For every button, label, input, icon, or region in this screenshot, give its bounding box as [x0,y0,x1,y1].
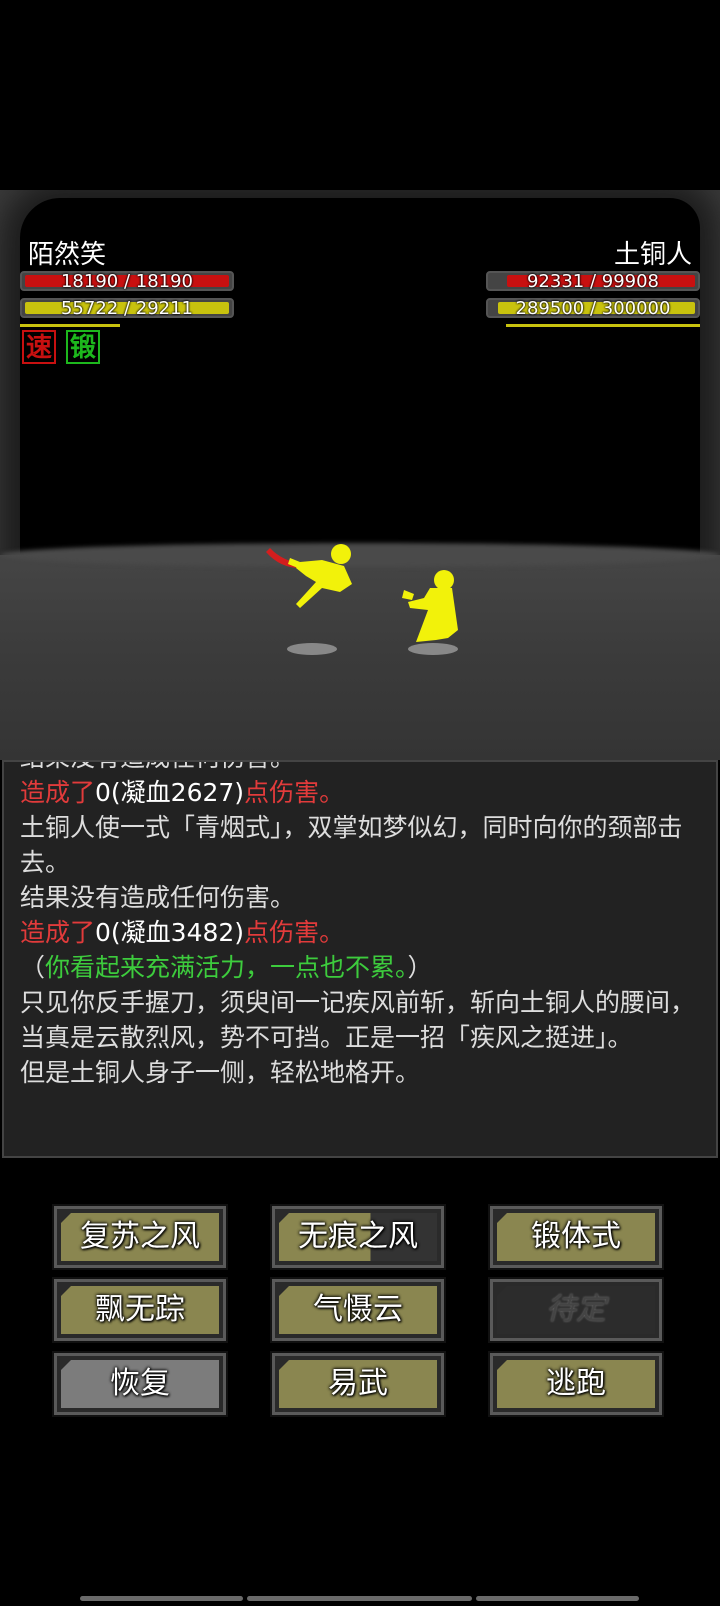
button-label: 易武 [328,1366,388,1401]
button-label: 无痕之风 [298,1219,418,1254]
enemy-hp-text: 92331 / 99908 [526,271,660,292]
enemy-hp-bar: 92331 / 99908 [486,271,700,292]
enemy-energy-line [506,324,700,327]
player-sprite [266,544,352,655]
recover-button[interactable]: 恢复 [52,1351,228,1417]
switch-weapon-button[interactable]: 易武 [270,1351,446,1417]
player-mp-text: 55722 / 29211 [60,298,194,319]
log-line: 结果没有造成任何伤害。 [20,880,700,915]
log-text: 点伤害。 [244,778,345,807]
enemy-sprite [402,570,458,655]
log-text: 但是土铜人身子一侧，轻松地格开。 [20,1058,421,1087]
log-line: 造成了0(凝血3482)点伤害。 [20,915,700,950]
log-line: 造成了0(凝血2627)点伤害。 [20,775,700,810]
log-line: 土铜人使一式「青烟式」，双掌如梦似幻，同时向你的颈部击去。 [20,810,700,880]
player-hp-text: 18190 / 18190 [60,271,194,292]
log-text: 点伤害。 [244,918,345,947]
log-text: 土铜人使一式「青烟式」，双掌如梦似幻，同时向你的颈部击去。 [20,813,683,877]
enemy-name: 土铜人 [613,240,692,270]
log-text: 只见你反手握刀，须臾间一记疾风前斩，斩向土铜人的腰间，当真是云散烈风，势不可挡。… [20,988,696,1052]
button-label: 复苏之风 [80,1219,200,1254]
player-energy-line [20,324,120,327]
log-text: 结果没有造成任何伤害。 [20,883,296,912]
home-indicator-segment [80,1596,243,1601]
log-text: ） [407,953,433,982]
speed-buff-icon[interactable]: 速 [22,330,56,364]
forge-buff-icon[interactable]: 锻 [66,330,100,364]
revive-wind-button[interactable]: 复苏之风 [52,1204,228,1270]
home-indicator-segment [476,1596,639,1601]
body-forge-button[interactable]: 锻体式 [488,1204,664,1270]
log-line: 只见你反手握刀，须臾间一记疾风前斩，斩向土铜人的腰间，当真是云散烈风，势不可挡。… [20,985,700,1055]
log-text: 0(凝血3482) [95,918,245,947]
traceless-wind-button[interactable]: 无痕之风 [270,1204,446,1270]
player-name: 陌然笑 [28,240,107,270]
log-text: （ [20,953,46,982]
log-text: 造成了 [20,778,96,807]
pending-button[interactable]: 待定 [488,1277,664,1343]
log-line: 但是土铜人身子一侧，轻松地格开。 [20,1055,700,1090]
player-hp-bar: 18190 / 18190 [20,271,234,292]
button-label: 待定 [546,1292,606,1327]
drift-button[interactable]: 飘无踪 [52,1277,228,1343]
log-line: （你看起来充满活力，一点也不累。） [20,950,700,985]
qi-cloud-button[interactable]: 气慑云 [270,1277,446,1343]
button-label: 气慑云 [313,1292,403,1327]
log-line: 结果没有造成任何伤害。 [20,762,700,775]
log-text: 结果没有造成任何伤害。 [20,762,295,772]
button-label: 锻体式 [531,1219,621,1254]
home-indicator-segment [247,1596,472,1601]
enemy-mp-bar: 289500 / 300000 [486,298,700,319]
button-label: 飘无踪 [95,1292,185,1327]
button-label: 恢复 [110,1366,170,1401]
log-text: 造成了 [20,918,96,947]
log-text: 0(凝血2627) [95,778,245,807]
enemy-mp-text: 289500 / 300000 [515,298,671,319]
player-mp-bar: 55722 / 29211 [20,298,234,319]
button-label: 逃跑 [546,1366,606,1401]
flee-button[interactable]: 逃跑 [488,1351,664,1417]
combat-log[interactable]: 结果没有造成任何伤害。造成了0(凝血2627)点伤害。土铜人使一式「青烟式」，双… [2,760,718,1158]
log-text: 你看起来充满活力，一点也不累。 [45,953,408,982]
